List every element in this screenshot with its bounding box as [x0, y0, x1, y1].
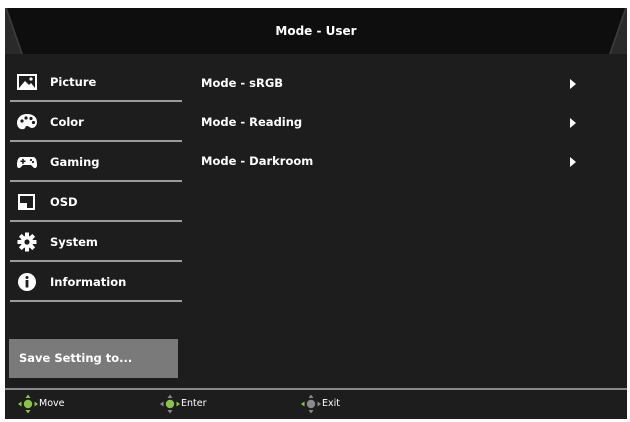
picture-icon — [17, 74, 37, 90]
page-title: Mode - User — [275, 24, 357, 38]
sidebar-item-gaming[interactable]: Gaming — [10, 144, 182, 182]
sidebar-item-label: OSD — [50, 195, 78, 209]
sidebar: Picture Color Gaming OSD System Informat… — [10, 64, 182, 304]
chevron-right-icon — [570, 157, 576, 167]
sidebar-item-osd[interactable]: OSD — [10, 184, 182, 222]
chevron-right-icon — [570, 118, 576, 128]
info-icon — [18, 273, 36, 291]
osd-menu: Mode - User Picture Color Gaming OSD Sys… — [5, 8, 627, 419]
sidebar-item-system[interactable]: System — [10, 224, 182, 262]
hint-enter-label: Enter — [181, 398, 207, 409]
joystick-move-icon — [18, 394, 38, 414]
joystick-enter-icon — [160, 394, 180, 414]
save-setting-label: Save Setting to... — [19, 351, 133, 365]
sidebar-item-label: Color — [50, 115, 84, 129]
osd-icon — [18, 194, 35, 210]
footer-hints: Move Enter Exit — [5, 390, 627, 419]
palette-icon — [17, 114, 37, 130]
option-label: Mode - Reading — [201, 115, 303, 129]
option-label: Mode - sRGB — [201, 76, 284, 90]
hint-move-label: Move — [39, 398, 65, 409]
sidebar-item-information[interactable]: Information — [10, 264, 182, 302]
sidebar-item-label: System — [50, 235, 98, 249]
sidebar-item-picture[interactable]: Picture — [10, 64, 182, 102]
option-label: Mode - Darkroom — [201, 154, 314, 168]
gamepad-icon — [17, 157, 37, 169]
save-setting-button[interactable]: Save Setting to... — [9, 339, 178, 378]
sidebar-item-color[interactable]: Color — [10, 104, 182, 142]
option-mode-darkroom[interactable]: Mode - Darkroom — [201, 144, 601, 183]
sidebar-item-label: Information — [50, 275, 127, 289]
sidebar-item-label: Picture — [50, 75, 97, 89]
chevron-right-icon — [570, 79, 576, 89]
option-mode-srgb[interactable]: Mode - sRGB — [201, 66, 601, 105]
joystick-exit-icon — [301, 394, 321, 414]
gear-icon — [17, 232, 37, 252]
option-mode-reading[interactable]: Mode - Reading — [201, 105, 601, 144]
sidebar-item-label: Gaming — [50, 155, 100, 169]
hint-exit-label: Exit — [322, 398, 340, 409]
mode-options: Mode - sRGB Mode - Reading Mode - Darkro… — [201, 66, 601, 183]
